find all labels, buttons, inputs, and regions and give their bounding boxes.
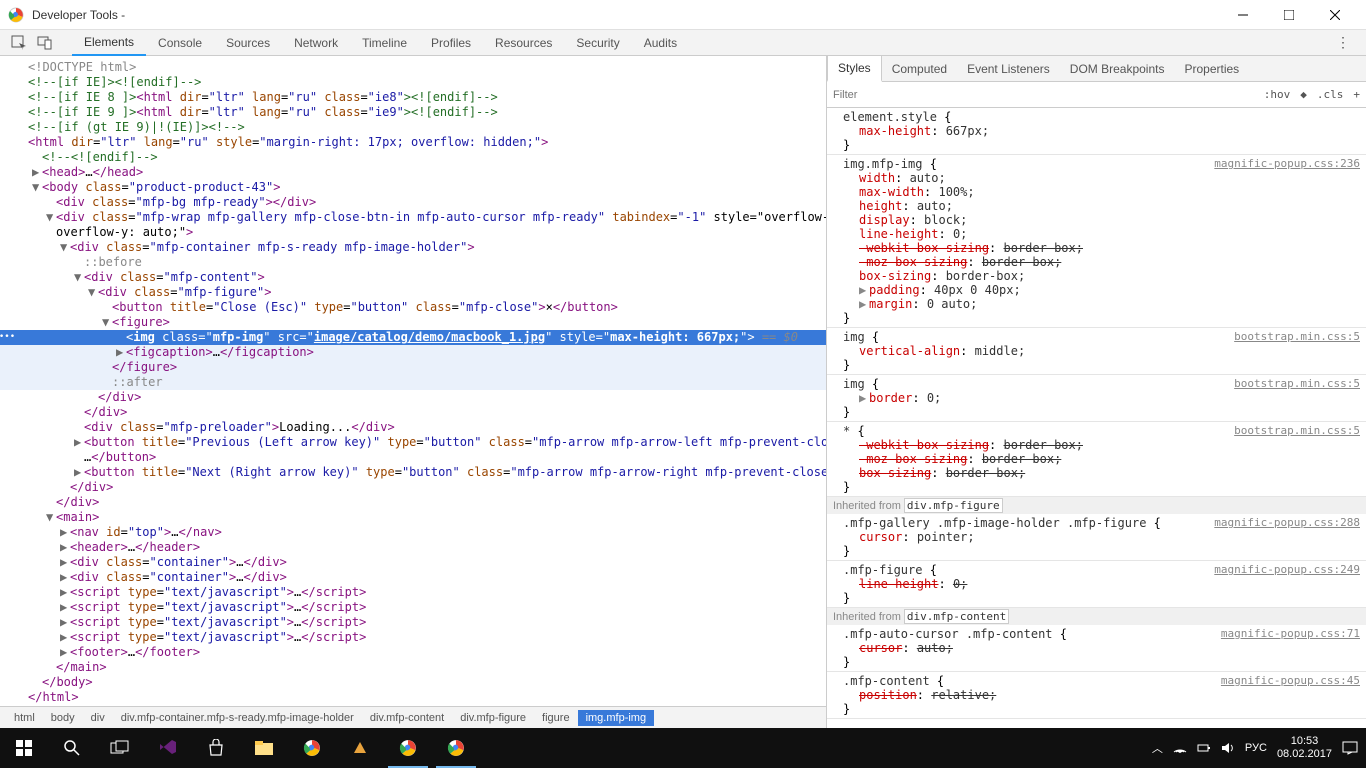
windows-taskbar: ︿ РУС 10:53 08.02.2017 xyxy=(0,728,1366,768)
minimize-button[interactable] xyxy=(1220,0,1266,30)
hov-toggle[interactable]: :hov xyxy=(1264,88,1291,101)
search-icon[interactable] xyxy=(48,728,96,768)
tab-security[interactable]: Security xyxy=(564,30,631,56)
crumb[interactable]: div.mfp-figure xyxy=(452,710,534,726)
close-button[interactable] xyxy=(1312,0,1358,30)
stab-event-listeners[interactable]: Event Listeners xyxy=(957,56,1060,82)
system-tray: ︿ РУС 10:53 08.02.2017 xyxy=(1152,735,1366,761)
window-titlebar: Developer Tools - xyxy=(0,0,1366,30)
styles-filter-input[interactable] xyxy=(833,89,1264,101)
crumb[interactable]: html xyxy=(6,710,43,726)
tab-sources[interactable]: Sources xyxy=(214,30,282,56)
chrome-icon xyxy=(8,7,24,23)
taskbar-app-vs[interactable] xyxy=(144,728,192,768)
tab-timeline[interactable]: Timeline xyxy=(350,30,419,56)
stab-properties[interactable]: Properties xyxy=(1174,56,1249,82)
tray-network-icon[interactable] xyxy=(1173,742,1187,754)
tray-language[interactable]: РУС xyxy=(1245,742,1267,754)
maximize-button[interactable] xyxy=(1266,0,1312,30)
elements-panel: <!DOCTYPE html><!--[if IE]><![endif]--><… xyxy=(0,56,826,728)
tab-resources[interactable]: Resources xyxy=(483,30,564,56)
taskbar-app-explorer[interactable] xyxy=(240,728,288,768)
cls-toggle[interactable]: .cls xyxy=(1317,88,1344,101)
taskbar-app-store[interactable] xyxy=(192,728,240,768)
task-view-icon[interactable] xyxy=(96,728,144,768)
dom-tree[interactable]: <!DOCTYPE html><!--[if IE]><![endif]--><… xyxy=(0,56,826,706)
tray-power-icon[interactable] xyxy=(1197,742,1211,754)
device-toggle-icon[interactable] xyxy=(34,32,56,54)
tab-network[interactable]: Network xyxy=(282,30,350,56)
tab-elements[interactable]: Elements xyxy=(72,30,146,56)
tab-profiles[interactable]: Profiles xyxy=(419,30,483,56)
crumb[interactable]: div xyxy=(83,710,113,726)
taskbar-app-chrome1[interactable] xyxy=(288,728,336,768)
crumb[interactable]: figure xyxy=(534,710,578,726)
pin-icon[interactable]: ◆ xyxy=(1300,88,1307,101)
crumb[interactable]: body xyxy=(43,710,83,726)
crumb[interactable]: div.mfp-content xyxy=(362,710,452,726)
styles-content[interactable]: element.style {max-height: 667px;}magnif… xyxy=(827,108,1366,728)
tray-volume-icon[interactable] xyxy=(1221,742,1235,754)
stab-dom-breakpoints[interactable]: DOM Breakpoints xyxy=(1060,56,1175,82)
inspect-element-icon[interactable] xyxy=(8,32,30,54)
stab-styles[interactable]: Styles xyxy=(827,56,882,82)
devtools-toolbar: Elements Console Sources Network Timelin… xyxy=(0,30,1366,56)
new-rule-icon[interactable]: + xyxy=(1353,88,1360,101)
taskbar-app-chrome3[interactable] xyxy=(432,728,480,768)
taskbar-app-misc[interactable] xyxy=(336,728,384,768)
tab-console[interactable]: Console xyxy=(146,30,214,56)
breadcrumb: html body div div.mfp-container.mfp-s-re… xyxy=(0,706,826,728)
start-button[interactable] xyxy=(0,728,48,768)
window-title: Developer Tools - xyxy=(32,8,1220,22)
taskbar-app-chrome2[interactable] xyxy=(384,728,432,768)
stab-computed[interactable]: Computed xyxy=(882,56,957,82)
tray-chevron-up-icon[interactable]: ︿ xyxy=(1152,740,1163,756)
styles-panel: Styles Computed Event Listeners DOM Brea… xyxy=(826,56,1366,728)
tray-clock[interactable]: 10:53 08.02.2017 xyxy=(1277,735,1332,761)
crumb[interactable]: div.mfp-container.mfp-s-ready.mfp-image-… xyxy=(113,710,362,726)
crumb[interactable]: img.mfp-img xyxy=(578,710,655,726)
tab-audits[interactable]: Audits xyxy=(632,30,689,56)
more-icon[interactable]: ⋮ xyxy=(1328,34,1358,51)
tray-notifications-icon[interactable] xyxy=(1342,741,1358,755)
